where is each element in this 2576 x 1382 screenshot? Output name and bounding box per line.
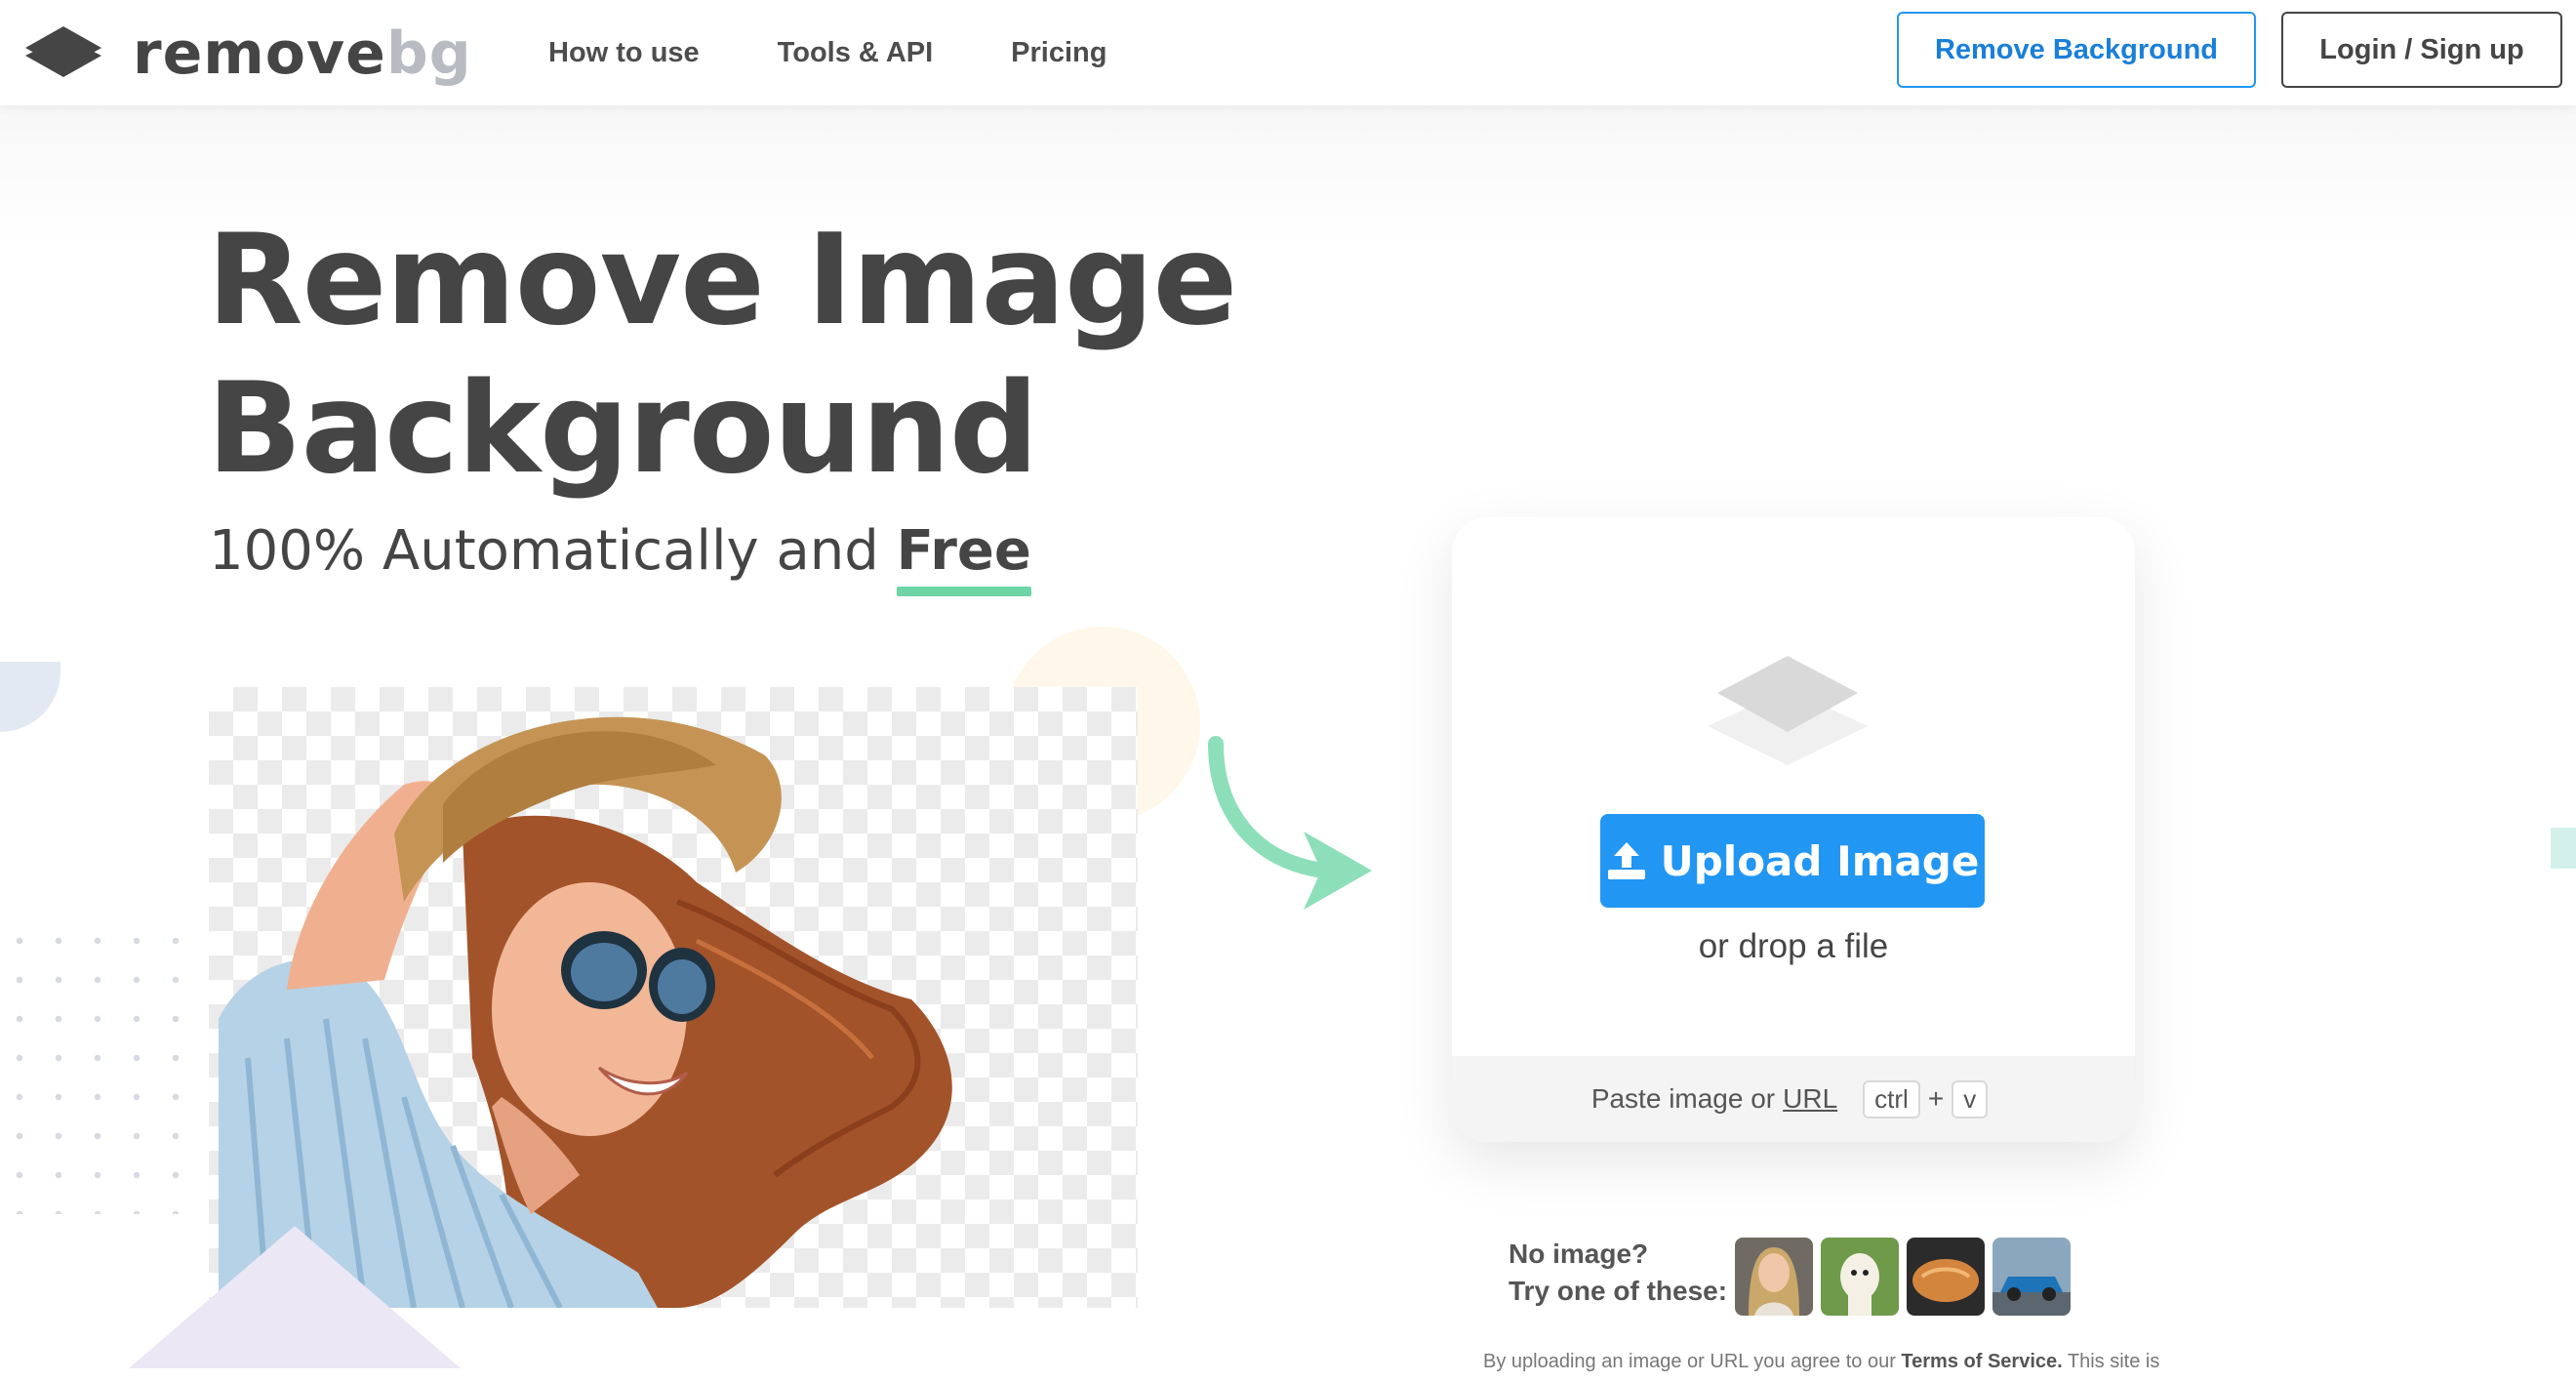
url-link[interactable]: URL (1783, 1083, 1837, 1115)
nav-tools-api[interactable]: Tools & API (778, 29, 934, 76)
nav-pricing[interactable]: Pricing (1011, 29, 1107, 76)
sample-woman-thumbnail[interactable] (1735, 1238, 1813, 1316)
layers-logo-icon (25, 26, 101, 77)
subtitle-free-text: Free (896, 519, 1031, 583)
no-image-label: No image? Try one of these: (1509, 1236, 1727, 1310)
page-subtitle: 100% Automatically and Free (209, 519, 1031, 596)
demo-image-transparent-background (209, 687, 1138, 1308)
title-line-1: Remove Image (207, 208, 1237, 353)
sample-car-thumbnail[interactable] (1992, 1238, 2071, 1316)
woman-with-hat-image (219, 716, 952, 1308)
key-ctrl: ctrl (1863, 1079, 1920, 1118)
layers-icon (1708, 656, 1868, 765)
curved-arrow-icon (1208, 736, 1372, 910)
terms-notice: By uploading an image or URL you agree t… (1483, 1347, 2166, 1376)
removebg-logo[interactable]: removebg (21, 20, 472, 88)
no-image-line-2: Try one of these: (1509, 1276, 1728, 1306)
upload-image-label: Upload Image (1660, 836, 1980, 885)
page-title: Remove Image Background (207, 207, 1280, 504)
key-v: v (1952, 1079, 1989, 1118)
logo-bg-text: bg (385, 20, 472, 88)
remove-background-button[interactable]: Remove Background (1897, 12, 2256, 88)
terms-of-service-link[interactable]: Terms of Service. (1901, 1351, 2062, 1372)
key-plus: + (1927, 1083, 1945, 1114)
login-signup-button[interactable]: Login / Sign up (2281, 12, 2562, 88)
terms-suffix: This site is (2067, 1351, 2160, 1372)
main-nav: How to use Tools & API Pricing (548, 29, 1185, 76)
nav-how-to-use[interactable]: How to use (548, 29, 700, 76)
paste-bar: Paste image or URL ctrl + v (1452, 1056, 2135, 1142)
no-image-line-1: No image? (1509, 1239, 1649, 1269)
decorative-shape-blue (0, 662, 60, 732)
free-underline (896, 587, 1031, 596)
upload-image-button[interactable]: Upload Image (1600, 814, 1985, 908)
title-line-2: Background (207, 356, 1039, 502)
paste-text: Paste image or (1590, 1083, 1776, 1114)
sample-thumbnails (1735, 1238, 2071, 1316)
drop-file-text: or drop a file (1698, 927, 1889, 965)
terms-prefix: By uploading an image or URL you agree t… (1483, 1351, 1896, 1372)
upload-icon (1607, 842, 1645, 879)
sample-bread-thumbnail[interactable] (1907, 1238, 1985, 1316)
decorative-triangle (129, 1226, 461, 1368)
subtitle-text: 100% Automatically and (209, 519, 897, 583)
upload-card[interactable]: Upload Image or drop a file Paste image … (1452, 517, 2135, 1142)
top-header: removebg How to use Tools & API Pricing … (0, 0, 2576, 105)
sample-alpaca-thumbnail[interactable] (1821, 1238, 1899, 1316)
decorative-shape-teal (2551, 828, 2576, 869)
subtitle-free: Free (896, 519, 1031, 596)
logo-remove-text: remove (133, 20, 386, 88)
decorative-dot-grid (0, 921, 205, 1214)
logo-wordmark: removebg (133, 24, 472, 83)
